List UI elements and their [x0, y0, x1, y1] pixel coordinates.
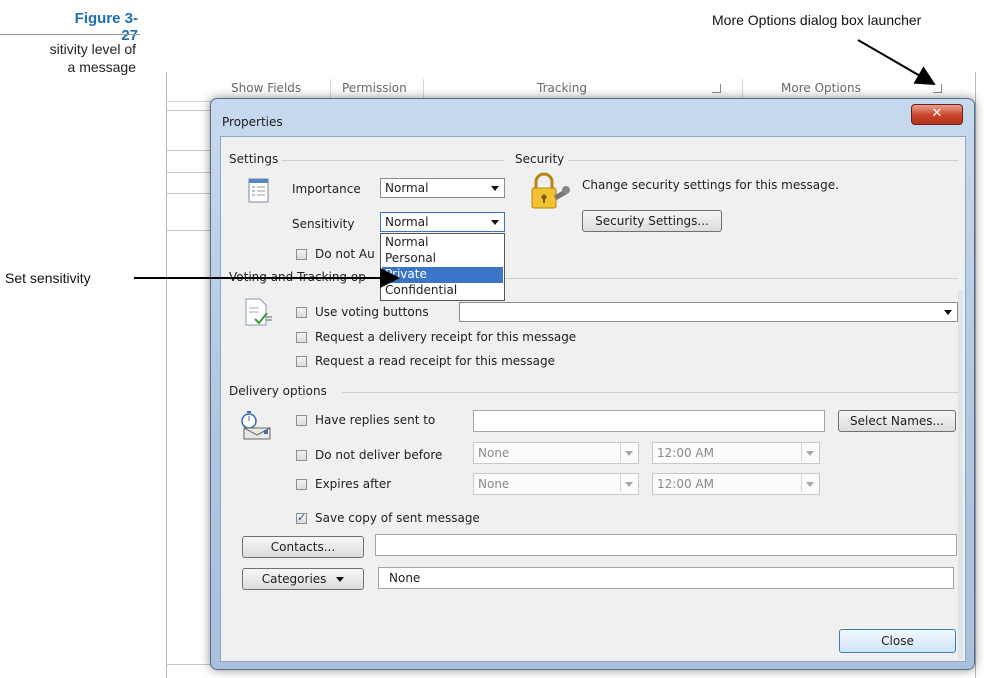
- callout-arrows: [134, 39, 936, 288]
- launcher-arrow: [857, 39, 936, 86]
